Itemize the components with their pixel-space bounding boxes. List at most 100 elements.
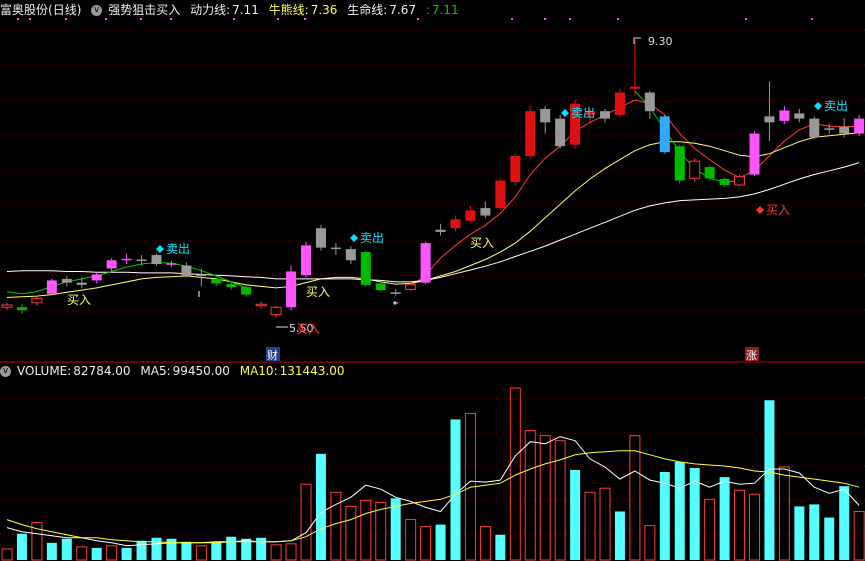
volume-bar bbox=[809, 504, 820, 560]
indicator-name[interactable]: 强势狙击买入 bbox=[108, 3, 180, 17]
volume-bar bbox=[704, 498, 716, 561]
candle-body bbox=[166, 263, 177, 265]
volume-bar bbox=[584, 491, 596, 561]
candle-body bbox=[749, 133, 760, 175]
candle bbox=[255, 301, 267, 309]
volume-bar bbox=[839, 486, 850, 560]
top-marker bbox=[544, 18, 546, 20]
candle-body bbox=[16, 307, 27, 311]
chevron-down-icon[interactable]: v bbox=[91, 5, 103, 16]
candle-body bbox=[719, 179, 730, 185]
candle bbox=[301, 241, 311, 278]
volume-bars-layer bbox=[1, 387, 865, 561]
volume-bar bbox=[16, 533, 27, 560]
candle bbox=[779, 105, 790, 124]
candle-body bbox=[779, 110, 790, 121]
candle bbox=[450, 215, 461, 232]
buy-signal-label: 买入 bbox=[470, 236, 494, 250]
life-value: 7.67 bbox=[389, 3, 417, 17]
candle-body bbox=[270, 306, 282, 316]
cai-badge-text: 财 bbox=[267, 348, 278, 362]
candle bbox=[764, 81, 775, 141]
volume-bar bbox=[405, 519, 417, 561]
stock-name: 富奥股份 bbox=[0, 3, 49, 17]
volume-ma-lines bbox=[6, 436, 860, 547]
bullbear-label: 牛熊线: bbox=[268, 3, 309, 17]
sell-diamond-icon bbox=[350, 234, 358, 242]
candle-body bbox=[226, 284, 237, 288]
volume-bar bbox=[121, 547, 132, 560]
volume-bar bbox=[764, 400, 775, 560]
candle bbox=[31, 295, 43, 306]
buy-signal-label: 买入 bbox=[766, 203, 790, 217]
buy-signal-label: 买入 bbox=[296, 322, 320, 336]
top-marker bbox=[617, 18, 619, 20]
ma5-value: 99450.00 bbox=[172, 364, 230, 378]
candle-body bbox=[540, 108, 551, 123]
candle bbox=[46, 278, 57, 296]
volume-bar bbox=[719, 477, 730, 560]
candle-body bbox=[495, 180, 506, 209]
volume-line-MA10 bbox=[6, 450, 860, 544]
candle bbox=[1, 302, 13, 311]
candle-body bbox=[510, 155, 521, 182]
candle bbox=[674, 144, 685, 184]
candle-body bbox=[435, 229, 446, 232]
candle-body bbox=[704, 167, 715, 179]
candle-body bbox=[450, 219, 461, 229]
volume-bar bbox=[106, 545, 118, 561]
volume-line-MA5 bbox=[6, 436, 860, 547]
sell-signal-label: 卖出 bbox=[166, 242, 190, 256]
candle bbox=[540, 105, 551, 134]
volume-bar bbox=[61, 538, 72, 560]
candle bbox=[719, 177, 730, 187]
candle-body bbox=[286, 271, 297, 308]
chevron-down-icon[interactable]: v bbox=[0, 366, 11, 377]
candle bbox=[270, 305, 282, 318]
candle bbox=[181, 262, 192, 278]
volume-bar bbox=[166, 538, 177, 560]
volume-bar bbox=[375, 501, 387, 561]
candle bbox=[166, 261, 177, 267]
candle bbox=[689, 158, 701, 182]
candle bbox=[151, 253, 162, 266]
volume-bar bbox=[91, 547, 102, 560]
candle bbox=[644, 91, 655, 119]
indicator-lines bbox=[6, 90, 860, 298]
candle-body bbox=[375, 283, 386, 291]
volume-bar bbox=[524, 430, 536, 561]
candle bbox=[659, 114, 670, 154]
chart-canvas: 9.305.50买入买入买入买入买入卖出卖出卖出 卖出财涨 bbox=[0, 18, 865, 561]
candle bbox=[495, 178, 506, 211]
buy-signal-label: 买入 bbox=[306, 285, 330, 299]
volume-bar bbox=[689, 467, 700, 560]
candle-body bbox=[674, 146, 685, 181]
volume-bar bbox=[420, 526, 432, 561]
candle bbox=[76, 277, 87, 288]
candle-body bbox=[689, 160, 701, 179]
volume-bar bbox=[614, 511, 625, 560]
volume-bar bbox=[315, 453, 326, 560]
candle-body bbox=[644, 92, 655, 112]
indicator-line-生命线 bbox=[6, 162, 860, 283]
candle-body bbox=[330, 247, 341, 250]
annotations-layer: 9.305.50买入买入买入买入买入卖出卖出卖出 卖出财涨 bbox=[67, 35, 848, 362]
volume-bar bbox=[136, 540, 147, 560]
volume-bar bbox=[450, 419, 461, 560]
momentum-value: 7.11 bbox=[232, 3, 259, 17]
candle bbox=[91, 271, 102, 284]
candle-body bbox=[196, 274, 207, 276]
volume-bar bbox=[734, 489, 746, 561]
candle-body bbox=[211, 278, 222, 284]
candle-body bbox=[1, 304, 13, 308]
candle-body bbox=[76, 282, 87, 285]
candle-body bbox=[390, 292, 401, 294]
candle-body bbox=[420, 243, 431, 283]
volume-bar bbox=[1, 548, 13, 561]
candle bbox=[286, 265, 297, 311]
candle-body bbox=[839, 126, 850, 134]
zhang-badge-text: 涨 bbox=[746, 349, 757, 362]
candle-body bbox=[315, 228, 326, 248]
period-label: (日线) bbox=[48, 3, 82, 17]
volume-bar bbox=[659, 472, 670, 560]
